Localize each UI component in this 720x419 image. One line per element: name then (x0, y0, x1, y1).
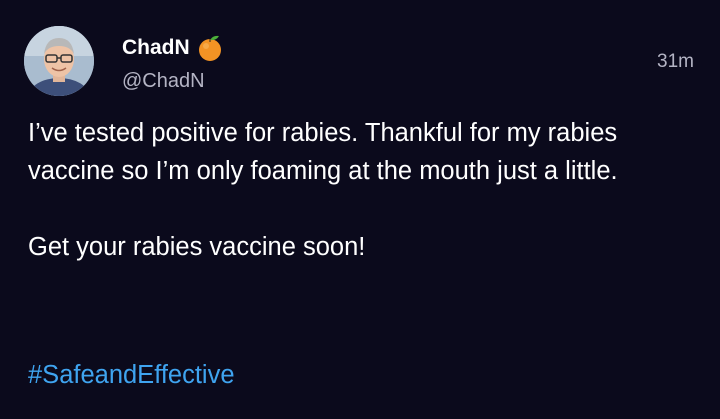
author-display-name[interactable]: ChadN (122, 34, 223, 62)
display-name-text: ChadN (122, 36, 190, 59)
post-body: I’ve tested positive for rabies. Thankfu… (28, 114, 698, 266)
orange-fruit-icon (197, 34, 223, 62)
author-handle[interactable]: @ChadN (122, 70, 205, 93)
hashtag-link[interactable]: #SafeandEffective (28, 356, 235, 394)
author-avatar[interactable] (24, 26, 94, 96)
post-timestamp[interactable]: 31m (657, 51, 694, 73)
post-card: ChadN @ChadN 31m I’ve tested positive fo… (0, 0, 720, 419)
avatar-image (24, 26, 94, 96)
post-paragraph-1: I’ve tested positive for rabies. Thankfu… (28, 119, 618, 185)
post-paragraph-2: Get your rabies vaccine soon! (28, 233, 366, 261)
